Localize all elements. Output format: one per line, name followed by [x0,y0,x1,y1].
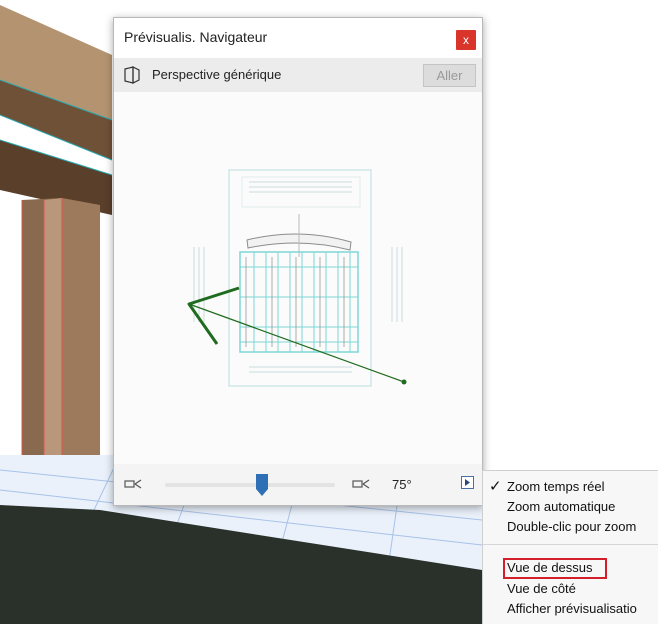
navigator-preview-palette: Prévisualis. Navigateur x Perspective gé… [113,17,483,506]
camera-icon[interactable] [352,478,370,490]
highlight-annotation [503,558,607,579]
camera-icon[interactable] [124,478,142,490]
menu-separator [483,544,658,545]
camera-angle-value: 75° [392,477,412,492]
menu-item-zoom-realtime[interactable]: Zoom temps réel [507,479,605,494]
plan-preview [187,169,407,387]
options-context-menu: ✓ Zoom temps réel Zoom automatique Doubl… [482,470,658,624]
view-bar: Perspective générique Aller [114,58,482,92]
go-button[interactable]: Aller [423,64,476,87]
menu-item-side-view[interactable]: Vue de côté [507,581,576,596]
3d-view-icon [124,66,140,84]
palette-titlebar[interactable]: Prévisualis. Navigateur x [114,18,482,58]
preview-area[interactable] [114,92,482,464]
palette-title: Prévisualis. Navigateur [124,29,268,45]
camera-distance-slider[interactable] [165,483,335,487]
close-button[interactable]: x [456,30,476,50]
menu-item-double-click-zoom[interactable]: Double-clic pour zoom [507,519,636,534]
close-icon: x [463,33,469,47]
menu-item-show-preview[interactable]: Afficher prévisualisatio [507,601,637,616]
checkmark-icon: ✓ [489,478,502,495]
menu-item-zoom-auto[interactable]: Zoom automatique [507,499,615,514]
current-view-name: Perspective générique [152,67,282,82]
menu-arrow-icon [465,479,470,486]
options-menu-button[interactable] [461,476,474,489]
slider-thumb[interactable] [255,474,268,496]
camera-controls-bar: 75° [114,464,482,505]
